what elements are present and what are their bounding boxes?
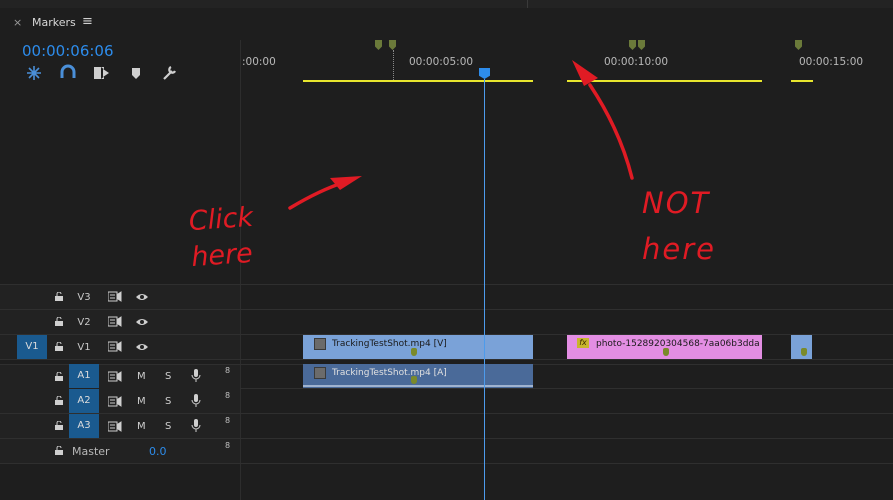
video-clip-tracking[interactable]: TrackingTestShot.mp4 [V] [303, 335, 533, 359]
marker[interactable] [389, 40, 396, 50]
lock-icon[interactable] [55, 372, 63, 381]
eye-icon[interactable] [135, 342, 149, 352]
playhead-handle[interactable] [479, 68, 490, 79]
annotation-click-here: Click here [187, 201, 255, 274]
clip-marker[interactable] [663, 348, 669, 356]
toggle-sync-lock-icon[interactable] [108, 396, 122, 407]
mute-button[interactable]: M [137, 396, 146, 407]
ruler-label-5: 00:00:05:00 [409, 56, 474, 68]
master-label: Master [72, 445, 110, 458]
microphone-icon[interactable] [191, 369, 201, 382]
clip-label: TrackingTestShot.mp4 [A] [332, 368, 447, 378]
toggle-sync-lock-icon[interactable] [108, 341, 122, 352]
master-volume-value[interactable]: 0.0 [149, 445, 167, 458]
lock-icon[interactable] [55, 342, 63, 351]
playhead-line[interactable] [484, 79, 485, 500]
solo-button[interactable]: S [165, 371, 171, 382]
ruler-label-15: 00:00:15:00 [799, 56, 864, 68]
row-divider [0, 359, 893, 360]
panel-menu-icon[interactable]: ≡ [82, 14, 93, 29]
panel-header [0, 8, 893, 40]
marker[interactable] [795, 40, 802, 50]
audio-waveform [303, 385, 533, 387]
toggle-sync-lock-icon[interactable] [108, 316, 122, 327]
track-name-a2[interactable]: A2 [69, 389, 99, 413]
lock-icon[interactable] [55, 292, 63, 301]
lock-icon[interactable] [55, 421, 63, 430]
marker[interactable] [638, 40, 645, 50]
toggle-sync-lock-icon[interactable] [108, 291, 122, 302]
track-name-v1[interactable]: V1 [73, 342, 95, 353]
fx-badge: fx [577, 338, 589, 348]
work-area-bar[interactable] [791, 80, 813, 82]
toggle-sync-lock-icon[interactable] [108, 371, 122, 382]
video-clip-photo[interactable]: fx photo-1528920304568-7aa06b3dda8b.j [567, 335, 762, 359]
playhead-timecode[interactable]: 00:00:06:06 [22, 42, 114, 60]
ruler-label-0: :00:00 [242, 56, 276, 68]
fx-badge [314, 367, 326, 379]
clip-marker[interactable] [411, 376, 417, 384]
lock-icon[interactable] [55, 396, 63, 405]
audio-clip-tracking[interactable]: TrackingTestShot.mp4 [A] [303, 364, 533, 388]
clip-marker[interactable] [411, 348, 417, 356]
lock-icon[interactable] [55, 446, 63, 455]
top-strip-divider [527, 0, 528, 8]
track-name-v3[interactable]: V3 [73, 292, 95, 303]
track-name-a1[interactable]: A1 [69, 364, 99, 388]
solo-button[interactable]: S [165, 396, 171, 407]
mute-button[interactable]: M [137, 371, 146, 382]
microphone-icon[interactable] [191, 419, 201, 432]
work-area-bar[interactable] [303, 80, 533, 82]
track-volume: 8 [225, 366, 231, 375]
video-clip-short[interactable] [791, 335, 812, 359]
track-name-v2[interactable]: V2 [73, 317, 95, 328]
source-patch-v1[interactable]: V1 [17, 335, 47, 359]
solo-button[interactable]: S [165, 421, 171, 432]
clip-label: photo-1528920304568-7aa06b3dda8b.j [596, 339, 760, 349]
top-strip [0, 0, 893, 8]
fx-badge [314, 338, 326, 350]
marker[interactable] [375, 40, 382, 50]
track-header-master [0, 439, 240, 463]
track-name-a3[interactable]: A3 [69, 414, 99, 438]
marker-dotted-line [393, 50, 395, 80]
track-volume: 8 [225, 391, 231, 400]
panel-title[interactable]: Markers [32, 16, 76, 29]
toggle-sync-lock-icon[interactable] [108, 421, 122, 432]
lock-icon[interactable] [55, 317, 63, 326]
microphone-icon[interactable] [191, 394, 201, 407]
clip-label: TrackingTestShot.mp4 [V] [332, 339, 447, 349]
eye-icon[interactable] [135, 317, 149, 327]
close-icon[interactable]: × [13, 16, 22, 29]
track-volume: 8 [225, 416, 231, 425]
row-divider [0, 463, 893, 464]
track-volume: 8 [225, 441, 231, 450]
clip-marker[interactable] [801, 348, 807, 356]
annotation-not-here: NOT here [642, 186, 716, 266]
work-area-bar[interactable] [567, 80, 762, 82]
eye-icon[interactable] [135, 292, 149, 302]
marker[interactable] [629, 40, 636, 50]
mute-button[interactable]: M [137, 421, 146, 432]
ruler-label-10: 00:00:10:00 [604, 56, 669, 68]
